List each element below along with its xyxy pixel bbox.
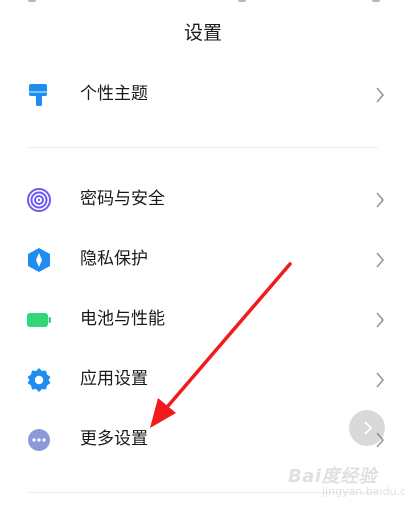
floating-assist-button[interactable] xyxy=(349,410,385,446)
section-divider xyxy=(28,147,378,148)
settings-item-label: 密码与安全 xyxy=(80,189,165,209)
chevron-right-icon xyxy=(364,421,373,435)
settings-item-battery[interactable]: 电池与性能 xyxy=(0,292,406,348)
settings-item-label: 个性主题 xyxy=(80,84,148,104)
chevron-right-icon xyxy=(372,369,388,391)
settings-item-password-security[interactable]: 密码与安全 xyxy=(0,172,406,228)
settings-item-label: 应用设置 xyxy=(80,369,148,389)
baidu-watermark: Bai度经验 jingyan.baidu.com xyxy=(282,462,406,502)
settings-item-label: 电池与性能 xyxy=(80,309,165,329)
fingerprint-icon xyxy=(26,187,52,213)
status-bar-remnant xyxy=(0,0,406,6)
chevron-right-icon xyxy=(372,249,388,271)
settings-item-label: 隐私保护 xyxy=(80,249,148,269)
settings-item-app-settings[interactable]: 应用设置 xyxy=(0,352,406,408)
status-bar-mark xyxy=(238,0,246,2)
gear-icon xyxy=(26,367,52,393)
status-bar-mark xyxy=(28,0,36,2)
status-bar-mark xyxy=(372,0,380,2)
settings-item-label: 更多设置 xyxy=(80,429,148,449)
settings-item-privacy[interactable]: 隐私保护 xyxy=(0,232,406,288)
settings-item-more-settings[interactable]: 更多设置 xyxy=(0,412,406,468)
watermark-sub-text: jingyan.baidu.com xyxy=(322,485,406,498)
privacy-shield-icon xyxy=(26,247,52,273)
chevron-right-icon xyxy=(372,309,388,331)
chevron-right-icon xyxy=(372,189,388,211)
paint-brush-icon xyxy=(26,82,52,108)
chevron-right-icon xyxy=(372,84,388,106)
more-dots-icon xyxy=(26,427,52,453)
settings-item-theme[interactable]: 个性主题 xyxy=(0,67,406,123)
page-title: 设置 xyxy=(183,22,222,44)
battery-icon xyxy=(26,307,52,333)
